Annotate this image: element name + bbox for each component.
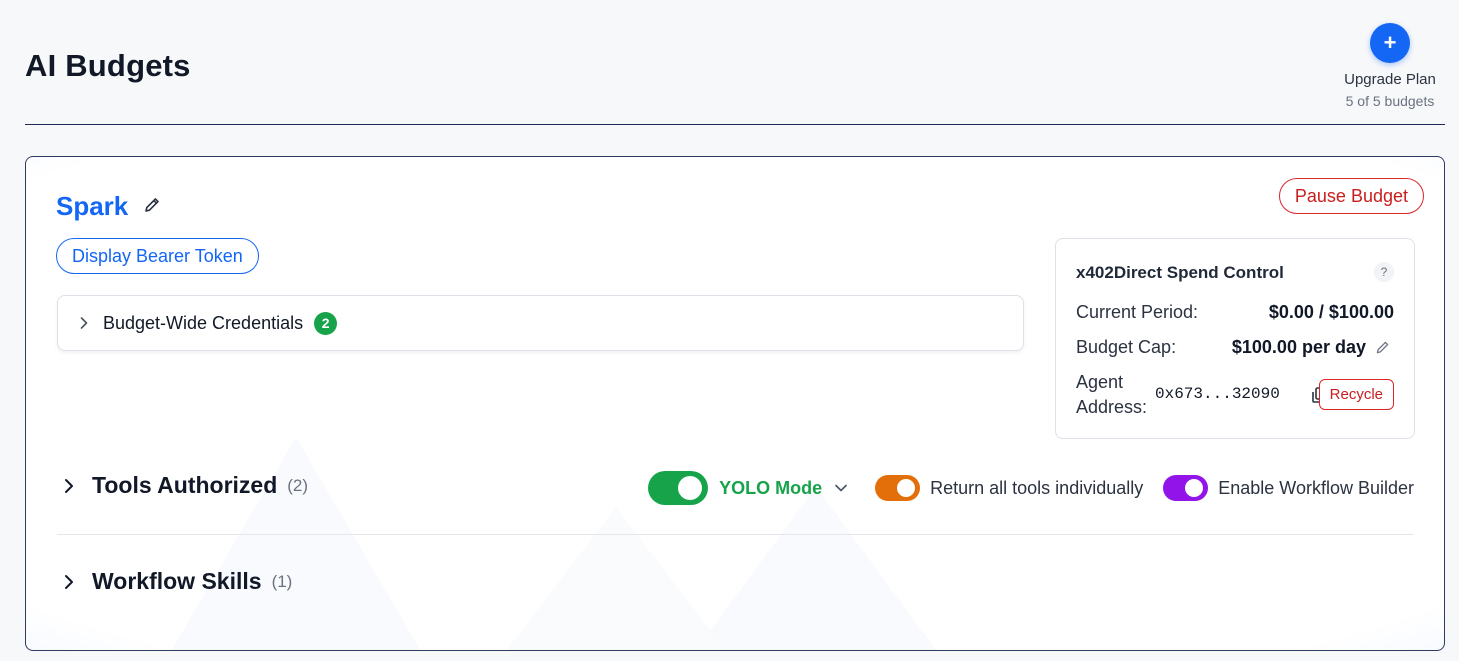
upgrade-plan-button[interactable]: + bbox=[1370, 23, 1410, 63]
spend-control-title: x402Direct Spend Control bbox=[1076, 263, 1284, 282]
upgrade-plan: + Upgrade Plan 5 of 5 budgets bbox=[1335, 23, 1445, 109]
tools-authorized-title: Tools Authorized bbox=[92, 472, 278, 498]
return-individually-group: Return all tools individually bbox=[875, 475, 1143, 501]
header-divider bbox=[25, 124, 1445, 125]
agent-address-value: 0x673...32090 bbox=[1155, 385, 1280, 403]
workflow-skills-count: (1) bbox=[271, 571, 293, 591]
agent-address-label-line1: Agent bbox=[1076, 372, 1124, 392]
help-icon[interactable]: ? bbox=[1374, 262, 1394, 282]
chevron-right-icon bbox=[65, 574, 73, 589]
credentials-count-badge: 2 bbox=[314, 311, 338, 335]
enable-workflow-builder-switch[interactable] bbox=[1163, 475, 1209, 501]
agent-address-row: Agent Address: 0x673...32090 Recycle bbox=[1076, 370, 1394, 420]
tools-authorized-toggle[interactable]: Tools Authorized (2) bbox=[57, 472, 308, 499]
agent-address-label: Agent Address: bbox=[1076, 370, 1147, 420]
current-period-value: $0.00 / $100.00 bbox=[1268, 302, 1394, 322]
section-divider bbox=[57, 534, 1414, 535]
recycle-button[interactable]: Recycle bbox=[1318, 379, 1394, 410]
workflow-skills-title: Workflow Skills bbox=[92, 568, 262, 594]
ai-budgets-page: AI Budgets + Upgrade Plan 5 of 5 budgets… bbox=[0, 0, 1459, 661]
pencil-icon[interactable] bbox=[142, 195, 162, 215]
return-tools-individually-label: Return all tools individually bbox=[930, 477, 1144, 498]
page-title: AI Budgets bbox=[25, 48, 191, 83]
workflow-builder-group: Enable Workflow Builder bbox=[1163, 475, 1414, 501]
budget-usage-count: 5 of 5 budgets bbox=[1345, 93, 1435, 109]
agent-address-label-line2: Address: bbox=[1076, 397, 1148, 417]
tool-toggles: YOLO Mode Return all tools individually … bbox=[648, 471, 1414, 505]
pause-budget-button[interactable]: Pause Budget bbox=[1278, 178, 1424, 214]
current-period-label: Current Period: bbox=[1076, 302, 1199, 322]
spend-control-panel: x402Direct Spend Control ? Current Perio… bbox=[1055, 238, 1415, 439]
chevron-right-icon bbox=[65, 478, 73, 493]
budget-card: Spark Pause Budget Display Bearer Token … bbox=[25, 156, 1445, 651]
edit-cap-pencil-icon[interactable] bbox=[1374, 339, 1391, 356]
display-bearer-token-button[interactable]: Display Bearer Token bbox=[56, 238, 259, 274]
enable-workflow-builder-label: Enable Workflow Builder bbox=[1218, 477, 1414, 498]
yolo-mode-label: YOLO Mode bbox=[719, 477, 823, 498]
switch-knob bbox=[897, 479, 916, 497]
chevron-right-icon bbox=[80, 317, 88, 329]
switch-knob bbox=[1185, 479, 1204, 497]
budget-cap-label: Budget Cap: bbox=[1076, 337, 1177, 357]
chevron-down-icon[interactable] bbox=[834, 481, 848, 495]
budget-cap-value: $100.00 per day bbox=[1231, 337, 1366, 357]
credentials-label: Budget-Wide Credentials bbox=[103, 312, 304, 333]
upgrade-plan-label: Upgrade Plan bbox=[1344, 71, 1436, 88]
background-watermark bbox=[171, 437, 937, 650]
tools-authorized-count: (2) bbox=[287, 475, 309, 495]
budget-name: Spark bbox=[56, 191, 129, 221]
return-tools-individually-switch[interactable] bbox=[875, 475, 921, 501]
budget-wide-credentials-toggle[interactable]: Budget-Wide Credentials 2 bbox=[57, 295, 1024, 351]
budget-cap-row: Budget Cap: $100.00 per day bbox=[1076, 337, 1394, 361]
current-period-row: Current Period: $0.00 / $100.00 bbox=[1076, 302, 1394, 326]
workflow-skills-toggle[interactable]: Workflow Skills (1) bbox=[57, 568, 292, 595]
switch-knob bbox=[678, 476, 703, 500]
yolo-mode-switch[interactable] bbox=[648, 471, 709, 505]
yolo-mode-group: YOLO Mode bbox=[648, 471, 848, 505]
